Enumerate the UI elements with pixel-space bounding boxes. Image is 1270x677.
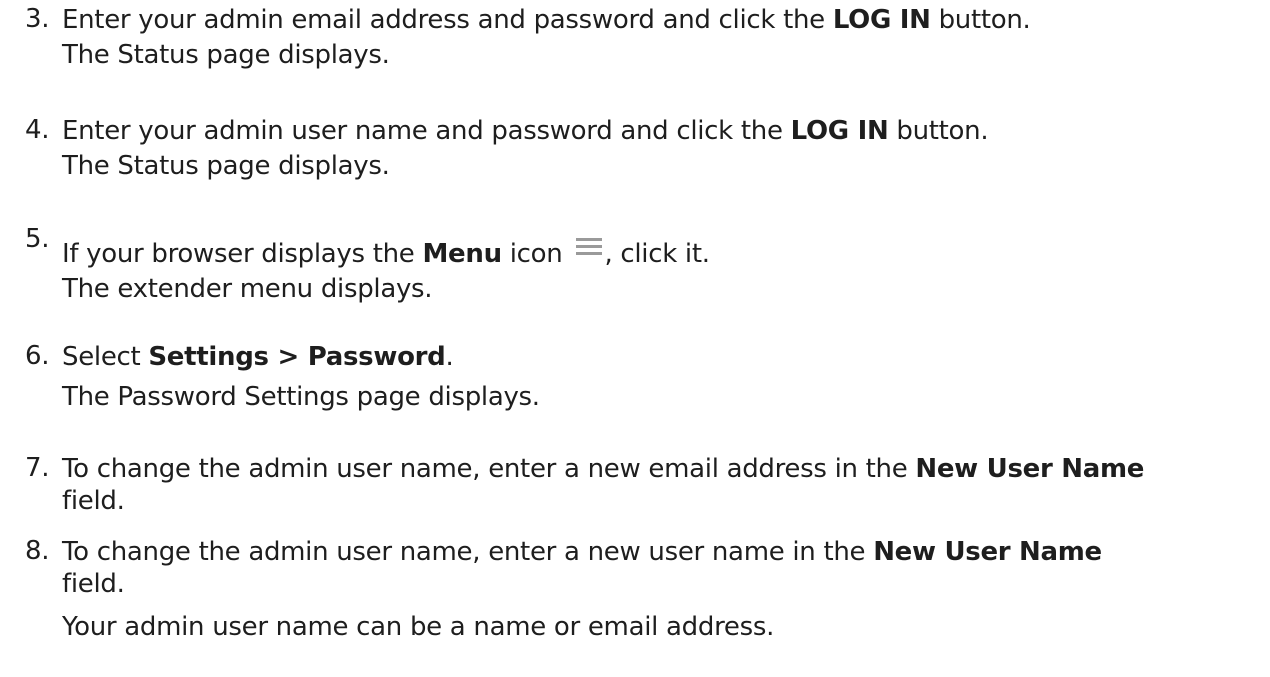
step-number: 6. [25, 341, 50, 371]
ui-term-new-user-name: New User Name [873, 537, 1102, 567]
document-page: 3. Enter your admin email address and pa… [0, 0, 1270, 677]
step-instruction: To change the admin user name, enter a n… [62, 454, 1145, 484]
step-result: The Status page displays. [62, 151, 390, 181]
hamburger-menu-icon [576, 238, 603, 256]
step-number: 3. [25, 4, 50, 34]
step-instruction: Select Settings > Password. [62, 342, 454, 372]
step-number: 7. [25, 453, 50, 483]
step-instruction-continued: field. [62, 569, 125, 599]
step-instruction: Enter your admin user name and password … [62, 116, 989, 146]
ui-term-new-user-name: New User Name [915, 454, 1145, 484]
ui-term-menu: Menu [422, 239, 502, 269]
step-number: 8. [25, 536, 50, 566]
step-instruction: If your browser displays the Menu icon ,… [62, 238, 710, 269]
step-result: The Password Settings page displays. [62, 382, 540, 412]
step-number: 5. [25, 224, 50, 254]
ui-term-log-in: LOG IN [832, 5, 931, 35]
step-instruction-continued: field. [62, 486, 125, 516]
step-result: The Status page displays. [62, 40, 390, 70]
step-instruction: To change the admin user name, enter a n… [62, 537, 1102, 567]
step-result: The extender menu displays. [62, 274, 433, 304]
ui-term-settings-password: Settings > Password [148, 342, 446, 372]
step-instruction: Enter your admin email address and passw… [62, 5, 1031, 35]
ui-term-log-in: LOG IN [790, 116, 889, 146]
step-note: Your admin user name can be a name or em… [62, 612, 775, 642]
step-number: 4. [25, 115, 50, 145]
